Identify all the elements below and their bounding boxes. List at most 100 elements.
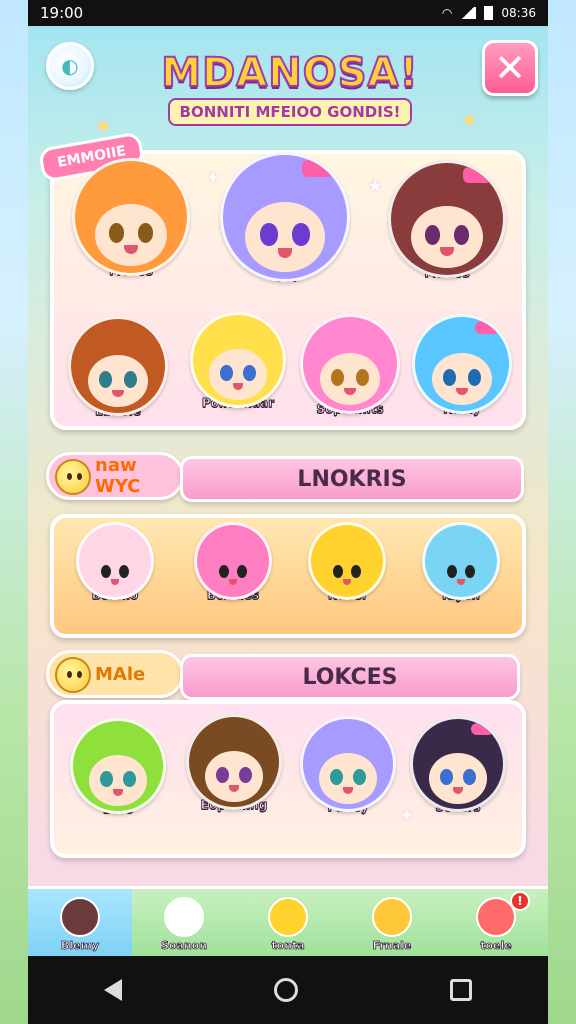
eye-icon: [351, 564, 362, 578]
eye-icon: [443, 368, 457, 386]
close-button[interactable]: ✕: [482, 40, 538, 96]
menu-bubble-button[interactable]: ◐: [46, 42, 94, 90]
character-card[interactable]: Navel: [308, 522, 386, 603]
recents-icon[interactable]: [450, 979, 472, 1001]
eye-icon: [100, 564, 111, 578]
character-card[interactable]: Scoars: [410, 716, 506, 815]
section2-title: LOKCES: [302, 664, 398, 690]
eye-icon: [220, 364, 233, 381]
bow-icon: [462, 167, 492, 184]
nav-label: Soanon: [160, 939, 208, 953]
character-avatar: [76, 522, 154, 600]
section2-chip-label: MAle: [95, 663, 146, 685]
character-avatar: [194, 522, 272, 600]
eye-icon: [243, 364, 256, 381]
character-card[interactable]: Ebnoie: [68, 316, 168, 419]
bow-icon: [475, 320, 500, 334]
eye-icon: [108, 222, 125, 243]
character-face: [87, 354, 149, 408]
nav-item-frnale[interactable]: Frnale: [340, 889, 444, 956]
eye-icon: [465, 564, 476, 578]
character-avatar: [410, 716, 506, 812]
sparkle-icon: ✦: [400, 806, 414, 825]
nav-character-icon: [268, 897, 308, 937]
eye-icon: [218, 564, 229, 578]
bottom-nav: Blemy Soanon tonta Frnale toele!: [28, 886, 548, 956]
mouth-icon: [342, 579, 352, 585]
bow-icon: [470, 722, 494, 736]
character-avatar: [308, 522, 386, 600]
status-time: 19:00: [40, 4, 84, 22]
eye-icon: [100, 770, 113, 787]
eye-icon: [463, 768, 476, 785]
character-face: [205, 751, 263, 802]
nav-item-toele[interactable]: toele!: [444, 889, 548, 956]
character-face: [95, 203, 167, 267]
star-icon: ★: [96, 116, 111, 135]
nav-label: Blemy: [60, 939, 100, 953]
section1-title: LNOKRIS: [297, 466, 407, 492]
eye-icon: [99, 370, 113, 388]
character-avatar: [388, 160, 506, 278]
eye-icon: [123, 770, 136, 787]
eye-icon: [216, 766, 229, 783]
character-card[interactable]: Benmo: [76, 522, 154, 603]
character-avatar: [70, 718, 166, 814]
character-avatar: [72, 158, 190, 276]
character-card[interactable]: Paney: [300, 716, 396, 815]
character-card[interactable]: Sopaanits: [300, 314, 400, 417]
app-title: MDANOSA!: [160, 49, 419, 97]
ear-icon: [417, 719, 449, 746]
eye-icon: [446, 564, 457, 578]
character-face: [431, 352, 493, 406]
eye-icon: [119, 564, 130, 578]
section2-chip[interactable]: MAle: [46, 650, 184, 698]
bow-icon: [302, 159, 335, 178]
section1-chip[interactable]: naw WYC: [46, 452, 184, 500]
character-card[interactable]: Cat: [220, 152, 350, 285]
back-icon[interactable]: [104, 979, 122, 1001]
nav-label: tonta: [271, 939, 305, 953]
nav-item-soanon[interactable]: Soanon: [132, 889, 236, 956]
nav-label: Frnale: [372, 939, 412, 953]
ear-icon: [75, 319, 108, 347]
character-card[interactable]: Bcinaes: [194, 522, 272, 603]
sparkle-icon: ✦: [206, 168, 220, 187]
eye-icon: [330, 768, 343, 785]
signal-icon: [460, 7, 477, 19]
character-card[interactable]: Poiloenaar: [190, 312, 286, 411]
section2-title-bar[interactable]: LOKCES: [180, 654, 520, 700]
character-avatar: [68, 316, 168, 416]
nav-item-tonta[interactable]: tonta: [236, 889, 340, 956]
header: MDANOSA! BONNITI MFEIOO GONDIS!: [140, 49, 440, 142]
status-bar: 19:00 ◠ 08:36: [28, 0, 548, 26]
eye-icon: [440, 768, 453, 785]
eye-icon: [123, 370, 137, 388]
character-card[interactable]: Rainy: [412, 314, 512, 417]
character-card[interactable]: Eopealing: [186, 714, 282, 813]
notification-badge: !: [510, 891, 530, 911]
character-card[interactable]: Meoos: [72, 158, 190, 279]
nav-character-icon: [164, 897, 204, 937]
character-card[interactable]: Bers: [70, 718, 166, 817]
character-card[interactable]: Kiyen: [422, 522, 500, 603]
character-avatar: [300, 314, 400, 414]
character-avatar: [300, 716, 396, 812]
close-icon: ✕: [494, 46, 526, 90]
smiley-icon: [55, 657, 91, 693]
eye-icon: [353, 768, 366, 785]
nav-item-blemy[interactable]: Blemy: [28, 889, 132, 956]
character-avatar: [412, 314, 512, 414]
nav-label: toele: [480, 939, 512, 953]
section1-title-bar[interactable]: LNOKRIS: [180, 456, 524, 502]
eye-icon: [424, 224, 441, 245]
ear-icon: [80, 161, 119, 194]
eye-icon: [355, 368, 369, 386]
home-icon[interactable]: [274, 978, 298, 1002]
character-face: [245, 202, 325, 272]
character-card[interactable]: Matios: [388, 160, 506, 281]
eye-icon: [260, 223, 278, 246]
smiley-icon: [55, 459, 91, 495]
character-face: [319, 352, 381, 406]
nav-character-icon: [372, 897, 412, 937]
